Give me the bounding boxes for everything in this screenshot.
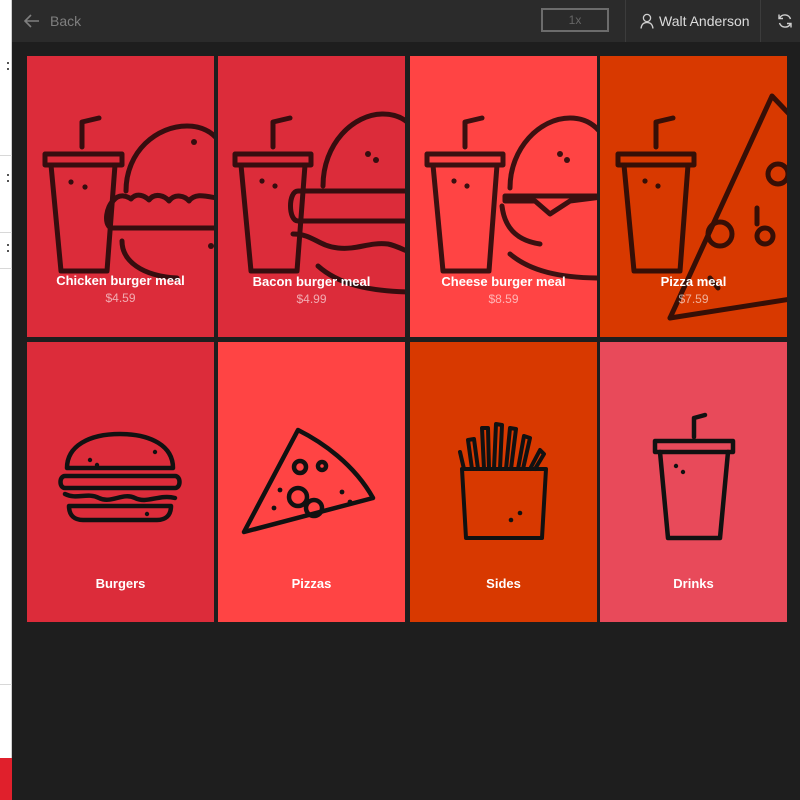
meal-tile-cheese-burger[interactable]: Cheese burger meal $8.59 — [410, 56, 597, 337]
meal-name: Chicken burger meal — [56, 273, 185, 288]
refresh-icon — [778, 14, 792, 28]
category-name: Pizzas — [291, 576, 332, 591]
refresh-button[interactable] — [770, 0, 800, 42]
meal-name: Bacon burger meal — [252, 274, 371, 289]
divider — [760, 0, 761, 42]
category-name: Burgers — [95, 576, 146, 591]
speed-field[interactable]: 1x — [541, 8, 609, 32]
user-account-button[interactable]: Walt Anderson — [640, 0, 750, 42]
category-tile-drinks[interactable]: Drinks — [600, 342, 787, 622]
meal-price: $4.59 — [105, 291, 136, 305]
meal-tile-chicken-burger[interactable]: Chicken burger meal $4.59 — [27, 56, 214, 337]
meal-name: Cheese burger meal — [441, 274, 566, 289]
back-label: Back — [50, 13, 82, 29]
meal-tile-pizza[interactable]: Pizza meal $7.59 — [600, 56, 787, 337]
category-tile-burgers[interactable]: Burgers — [27, 342, 214, 622]
meal-tile-bacon-burger[interactable]: Bacon burger meal $4.99 — [218, 56, 405, 337]
back-button[interactable]: Back — [24, 0, 81, 42]
category-name: Drinks — [673, 576, 714, 591]
category-tile-pizzas[interactable]: Pizzas — [218, 342, 405, 622]
meal-name: Pizza meal — [660, 274, 727, 289]
category-name: Sides — [486, 576, 521, 591]
meal-price: $4.99 — [296, 292, 327, 306]
back-arrow-icon — [24, 14, 39, 28]
background-window-edge — [0, 0, 12, 800]
divider — [625, 0, 626, 42]
user-icon — [640, 13, 654, 29]
meal-price: $8.59 — [488, 292, 519, 306]
top-bar: Back 1x Walt Anderson — [12, 0, 800, 42]
category-tile-sides[interactable]: Sides — [410, 342, 597, 622]
meal-price: $7.59 — [678, 292, 709, 306]
user-name: Walt Anderson — [659, 13, 750, 29]
